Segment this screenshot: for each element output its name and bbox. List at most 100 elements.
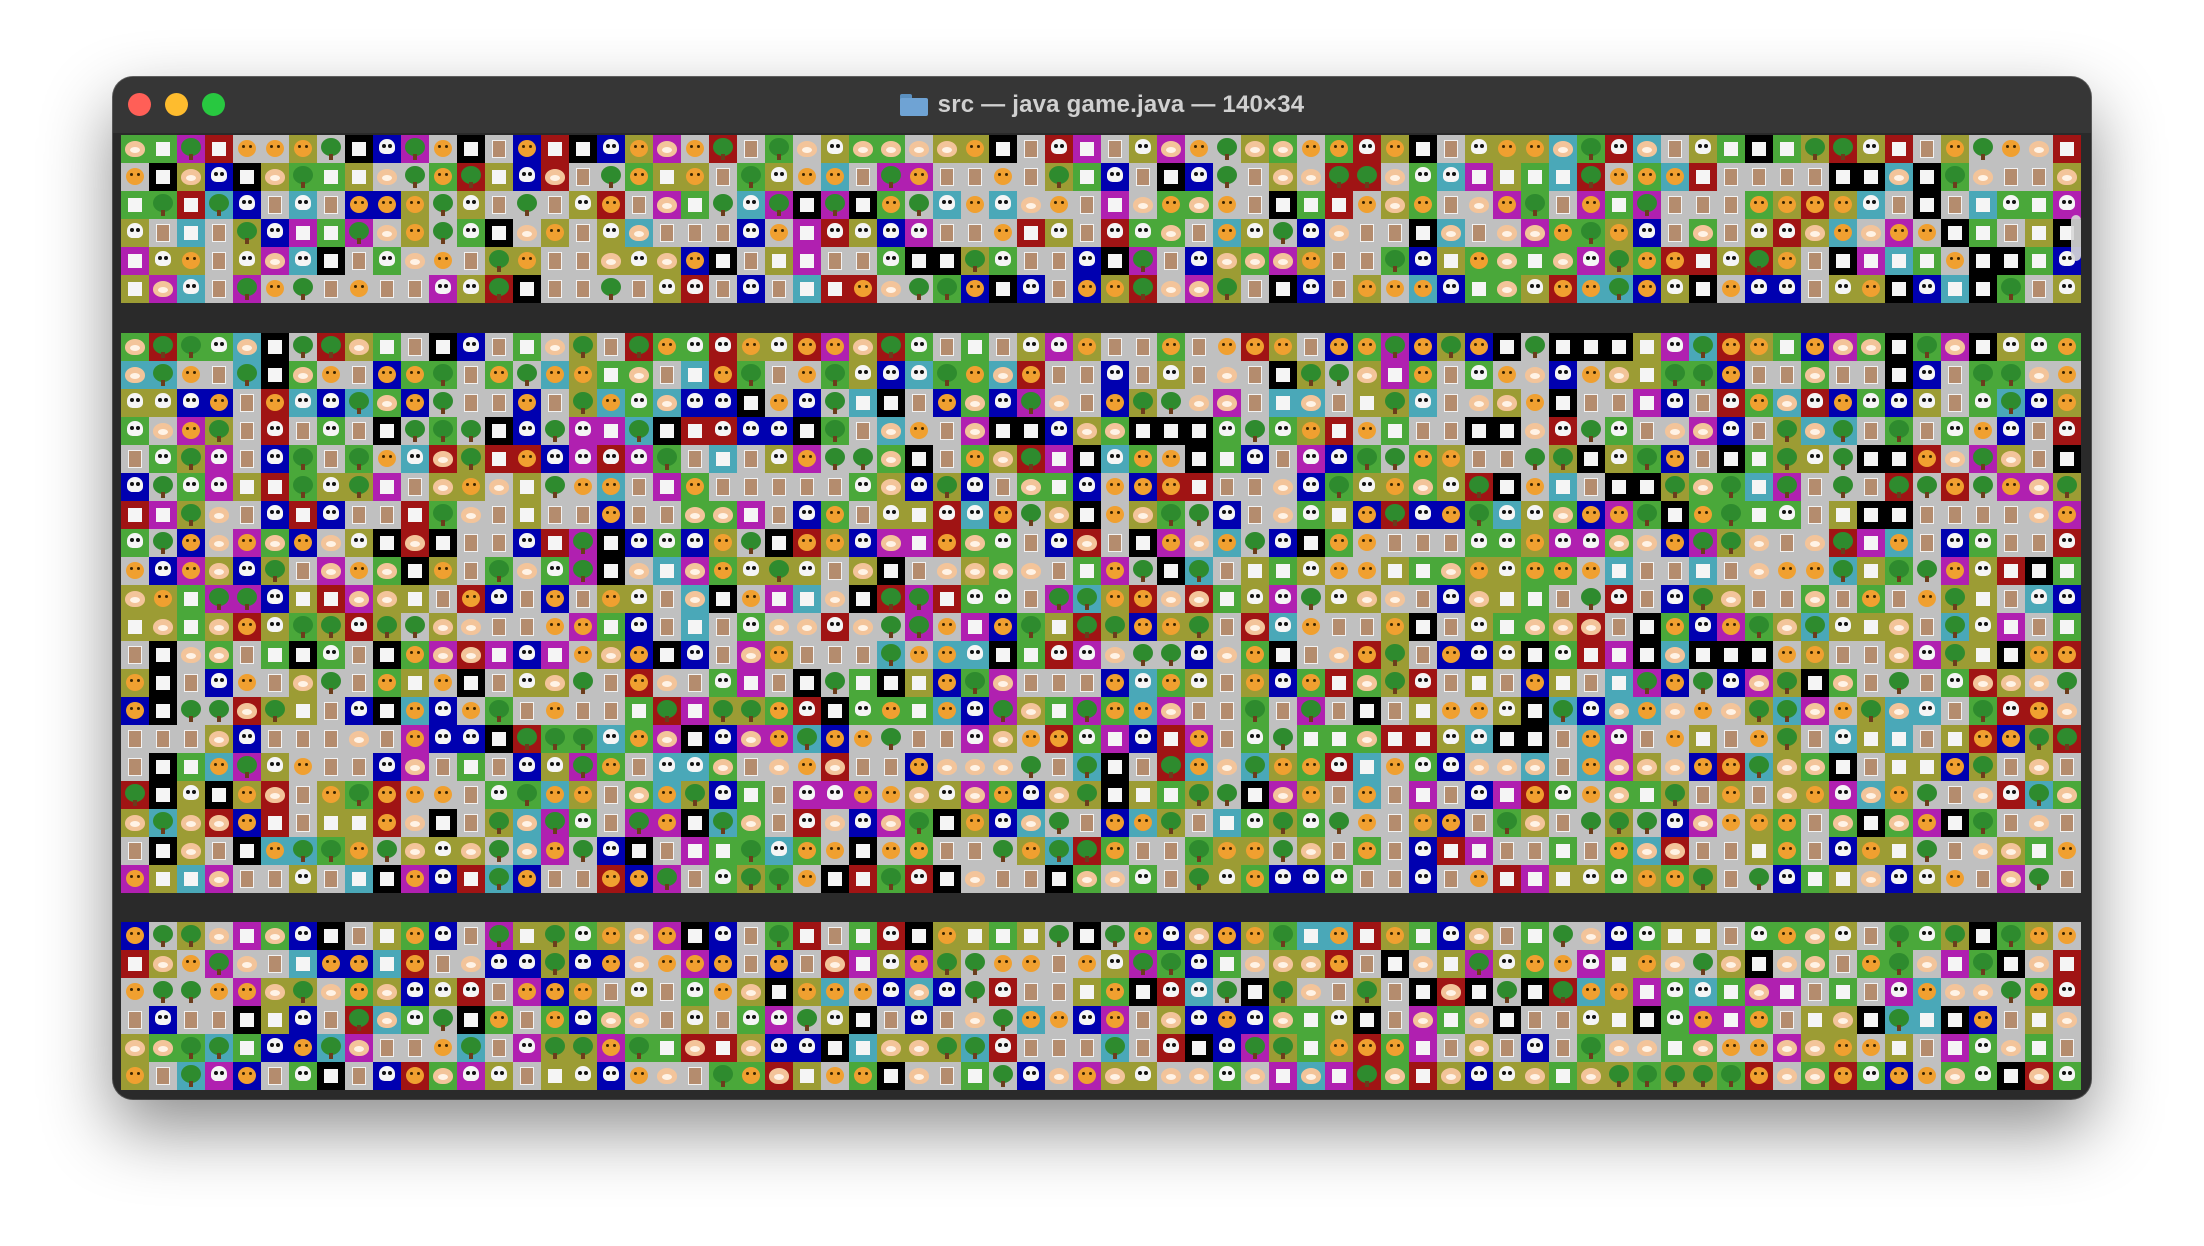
skull-icon [1079, 729, 1095, 744]
board-tile [1941, 837, 1969, 865]
brown-square [1388, 1011, 1402, 1029]
board-tile [1017, 922, 1045, 950]
board-tile [877, 1006, 905, 1034]
brown-square [1024, 870, 1038, 888]
board-tile [401, 641, 429, 669]
board-tile [1717, 445, 1745, 473]
board-tile [1661, 837, 1689, 865]
cat-face-icon [350, 842, 368, 859]
board-tile [1745, 191, 1773, 219]
board-tile [989, 219, 1017, 247]
scrollbar[interactable] [2071, 215, 2081, 261]
terminal-content[interactable] [121, 135, 2083, 1092]
board-tile [401, 837, 429, 865]
hamster-icon [1637, 141, 1657, 157]
brown-square [352, 927, 366, 945]
hamster-icon [1525, 1068, 1545, 1084]
cat-face-icon [938, 618, 956, 635]
board-tile [765, 247, 793, 275]
cat-face-icon [1442, 506, 1460, 523]
board-tile [485, 641, 513, 669]
white-block [1528, 929, 1542, 943]
board-tile [1549, 361, 1577, 389]
brown-square [492, 983, 506, 1001]
board-tile [261, 135, 289, 163]
skull-icon [715, 393, 731, 408]
close-button[interactable] [128, 93, 151, 116]
board-tile [1857, 865, 1885, 893]
cat-face-icon [238, 618, 256, 635]
maximize-button[interactable] [202, 93, 225, 116]
board-tile [1829, 781, 1857, 809]
brown-square [1864, 758, 1878, 776]
brown-square [688, 870, 702, 888]
board-tile [793, 333, 821, 361]
cat-face-icon [1750, 814, 1768, 831]
white-block [856, 396, 870, 410]
board-tile [1437, 135, 1465, 163]
board-tile [401, 389, 429, 417]
hamster-icon [1217, 367, 1237, 383]
skull-icon [1695, 982, 1711, 997]
cat-face-icon [1526, 478, 1544, 495]
cat-face-icon [686, 478, 704, 495]
board-tile [1857, 809, 1885, 837]
tree-icon [1077, 840, 1097, 862]
brown-square [912, 730, 926, 748]
tree-icon [1749, 756, 1769, 778]
hamster-icon [741, 815, 761, 831]
board-tile [233, 753, 261, 781]
cat-face-icon [1190, 758, 1208, 775]
brown-square [1724, 870, 1738, 888]
board-tile [1829, 613, 1857, 641]
cat-face-icon [1666, 534, 1684, 551]
board-tile [1381, 641, 1409, 669]
tree-icon [433, 194, 453, 216]
board-tile [1213, 950, 1241, 978]
minimize-button[interactable] [165, 93, 188, 116]
brown-square [688, 674, 702, 692]
board-tile [121, 753, 149, 781]
window-title: src — java game.java — 140×34 [937, 91, 1305, 118]
board-tile [1689, 473, 1717, 501]
board-tile [681, 1034, 709, 1062]
board-tile [1969, 361, 1997, 389]
board-tile [653, 641, 681, 669]
board-tile [1045, 247, 1073, 275]
white-block [1304, 929, 1318, 943]
tree-icon [1105, 925, 1125, 947]
board-tile [457, 837, 485, 865]
skull-icon [687, 533, 703, 548]
brown-square [1304, 338, 1318, 356]
hamster-icon [1441, 1068, 1461, 1084]
board-tile [1801, 473, 1829, 501]
brown-square [1808, 730, 1822, 748]
board-tile [2025, 501, 2053, 529]
title-bar[interactable]: src — java game.java — 140×34 [113, 77, 2091, 133]
band-top [121, 135, 2083, 303]
hamster-icon [993, 731, 1013, 747]
white-block [1864, 816, 1878, 830]
white-block [1500, 1013, 1514, 1027]
board-tile [1409, 950, 1437, 978]
board-tile [1717, 837, 1745, 865]
cat-face-icon [826, 338, 844, 355]
board-tile [821, 135, 849, 163]
hamster-icon [489, 479, 509, 495]
white-block [1248, 985, 1262, 999]
tree-icon [1525, 194, 1545, 216]
board-tile [317, 247, 345, 275]
board-tile [989, 1034, 1017, 1062]
board-tile [457, 417, 485, 445]
cat-face-icon [294, 534, 312, 551]
board-tile [1101, 473, 1129, 501]
cat-face-icon [518, 394, 536, 411]
hamster-icon [405, 253, 425, 269]
board-tile [1801, 135, 1829, 163]
white-block [1360, 760, 1374, 774]
board-tile [149, 557, 177, 585]
cat-face-icon [938, 534, 956, 551]
white-block [156, 648, 170, 662]
board-tile [1941, 529, 1969, 557]
white-block [1388, 424, 1402, 438]
